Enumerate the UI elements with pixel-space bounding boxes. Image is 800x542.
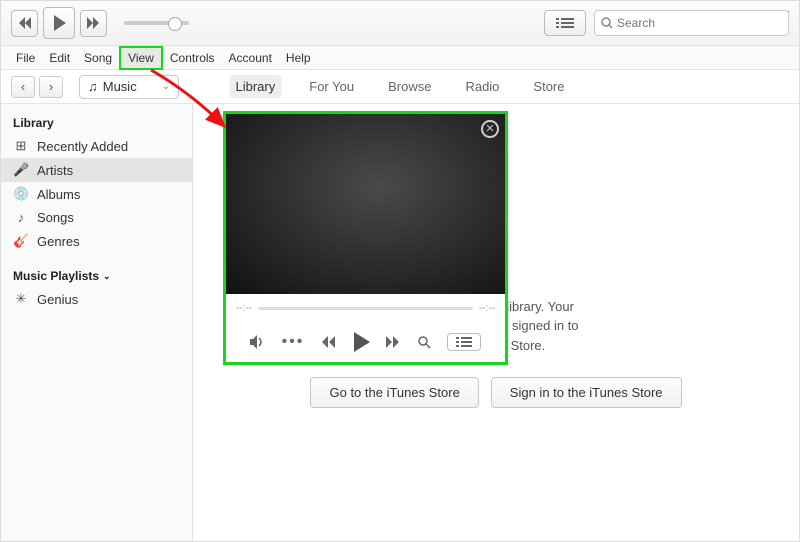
mp-prev-button[interactable] (320, 336, 336, 348)
sidebar-item-artists[interactable]: 🎤 Artists (1, 158, 192, 182)
menu-controls[interactable]: Controls (163, 48, 222, 68)
menu-account[interactable]: Account (222, 48, 279, 68)
search-field[interactable] (594, 10, 789, 36)
tab-foryou[interactable]: For You (303, 75, 360, 98)
sidebar-heading-playlists[interactable]: Music Playlists⌄ (1, 265, 192, 287)
menu-file[interactable]: File (9, 48, 42, 68)
sidebar-item-label: Albums (37, 187, 80, 202)
list-view-button[interactable] (544, 10, 586, 36)
volume-slider[interactable] (124, 21, 189, 25)
chevron-updown-icon: ⌄ (162, 81, 170, 92)
sidebar-item-label: Artists (37, 163, 73, 178)
sidebar-item-genres[interactable]: 🎸 Genres (1, 229, 192, 253)
menu-edit[interactable]: Edit (42, 48, 77, 68)
time-elapsed: --:-- (236, 303, 252, 314)
play-button[interactable] (43, 7, 75, 39)
chevron-down-icon: ⌄ (103, 271, 111, 282)
mp-up-next-button[interactable] (447, 333, 481, 351)
media-type-select[interactable]: ♫ Music ⌄ (79, 75, 179, 99)
mp-search-icon[interactable] (418, 336, 431, 349)
disc-icon: 💿 (13, 186, 29, 202)
miniplayer-scrubber[interactable]: --:-- --:-- (226, 294, 505, 322)
time-remaining: --:-- (479, 303, 495, 314)
nav-tabs: Library For You Browse Radio Store (230, 75, 571, 98)
sidebar-item-label: Genius (37, 292, 78, 307)
menu-help[interactable]: Help (279, 48, 318, 68)
next-track-button[interactable] (80, 10, 107, 37)
sidebar-item-label: Songs (37, 210, 74, 225)
sidebar: Library ⊞ Recently Added 🎤 Artists 💿 Albums… (1, 104, 193, 541)
sub-header: ‹ › ♫ Music ⌄ Library For You Browse Rad… (1, 70, 799, 104)
miniplayer-window[interactable]: ✕ --:-- --:-- ••• (223, 111, 508, 365)
grid-icon: ⊞ (13, 138, 29, 154)
scrub-bar[interactable] (258, 307, 473, 310)
guitar-icon: 🎸 (13, 233, 29, 249)
sidebar-heading-library: Library (1, 112, 192, 134)
sidebar-item-recently-added[interactable]: ⊞ Recently Added (1, 134, 192, 158)
tab-radio[interactable]: Radio (459, 75, 505, 98)
mp-next-button[interactable] (386, 336, 402, 348)
music-note-icon: ♫ (88, 79, 98, 94)
sidebar-item-label: Genres (37, 234, 80, 249)
sidebar-item-albums[interactable]: 💿 Albums (1, 182, 192, 206)
menu-bar: File Edit Song View Controls Account Hel… (1, 46, 799, 70)
go-to-store-button[interactable]: Go to the iTunes Store (310, 377, 478, 408)
volume-icon[interactable] (250, 335, 266, 349)
miniplayer-artwork: ✕ (226, 114, 505, 294)
tab-store[interactable]: Store (527, 75, 570, 98)
forward-button[interactable]: › (39, 76, 63, 98)
mp-play-button[interactable] (352, 332, 370, 352)
mic-icon: 🎤 (13, 162, 29, 178)
sidebar-item-genius[interactable]: ✳ Genius (1, 287, 192, 311)
note-icon: ♪ (13, 210, 29, 225)
search-input[interactable] (617, 16, 782, 30)
menu-song[interactable]: Song (77, 48, 119, 68)
search-icon (601, 17, 613, 29)
playback-toolbar (1, 1, 799, 46)
miniplayer-controls: ••• (226, 322, 505, 362)
miniplayer-close-button[interactable]: ✕ (481, 120, 499, 138)
prev-track-button[interactable] (11, 10, 38, 37)
tab-library[interactable]: Library (230, 75, 282, 98)
sign-in-store-button[interactable]: Sign in to the iTunes Store (491, 377, 682, 408)
more-icon[interactable]: ••• (282, 333, 305, 351)
sidebar-item-label: Recently Added (37, 139, 128, 154)
media-type-label: Music (103, 79, 137, 94)
back-button[interactable]: ‹ (11, 76, 35, 98)
sidebar-item-songs[interactable]: ♪ Songs (1, 206, 192, 229)
genius-icon: ✳ (13, 291, 29, 307)
tab-browse[interactable]: Browse (382, 75, 437, 98)
menu-view[interactable]: View (119, 46, 163, 70)
